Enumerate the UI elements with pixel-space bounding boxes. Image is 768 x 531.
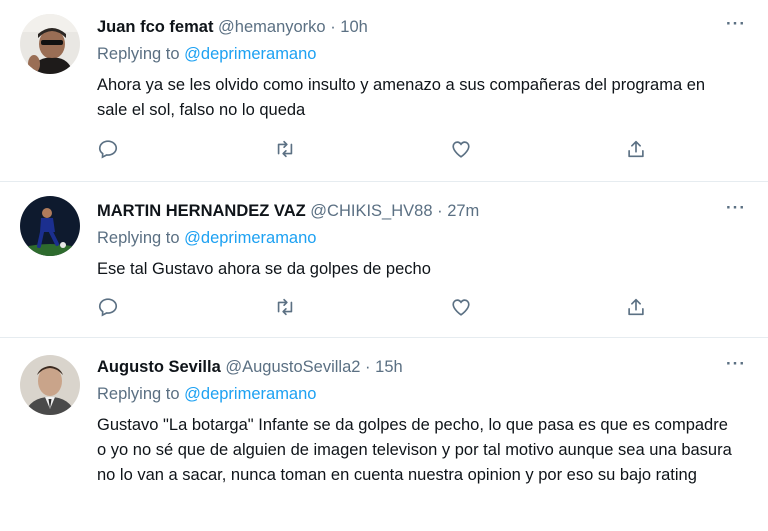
mention-link[interactable]: @deprimeramano — [184, 229, 316, 247]
timestamp[interactable]: 10h — [340, 18, 368, 36]
tweet-header: Augusto Sevilla @AugustoSevilla2 · 15h — [97, 358, 403, 377]
timestamp[interactable]: 15h — [375, 358, 403, 376]
replying-to: Replying to @deprimeramano — [97, 385, 316, 404]
author-handle[interactable]: @AugustoSevilla2 — [225, 358, 360, 376]
avatar[interactable] — [20, 14, 80, 74]
retweet-icon[interactable] — [274, 296, 298, 320]
share-icon[interactable] — [625, 296, 649, 320]
separator-dot: · — [365, 358, 371, 376]
author-name[interactable]: Augusto Sevilla — [97, 358, 221, 376]
tweet-header: Juan fco femat @hemanyorko · 10h — [97, 18, 368, 37]
replying-prefix: Replying to — [97, 385, 180, 403]
reply-icon[interactable] — [97, 296, 121, 320]
separator-dot: · — [437, 202, 443, 220]
separator-dot: · — [330, 18, 336, 36]
avatar[interactable] — [20, 355, 80, 415]
timestamp[interactable]: 27m — [447, 202, 479, 220]
share-icon[interactable] — [625, 138, 649, 162]
action-bar — [0, 296, 768, 320]
more-icon[interactable]: ··· — [726, 354, 746, 374]
replying-prefix: Replying to — [97, 229, 180, 247]
like-icon[interactable] — [450, 138, 474, 162]
replying-to: Replying to @deprimeramano — [97, 229, 316, 248]
author-handle[interactable]: @hemanyorko — [218, 18, 326, 36]
tweet-3[interactable]: Augusto Sevilla @AugustoSevilla2 · 15h ·… — [0, 338, 768, 531]
avatar[interactable] — [20, 196, 80, 256]
like-icon[interactable] — [450, 296, 474, 320]
action-bar — [0, 138, 768, 162]
tweet-text: Ahora ya se les olvido como insulto y am… — [97, 76, 706, 119]
mention-link[interactable]: @deprimeramano — [184, 385, 316, 403]
tweet-1[interactable]: Juan fco femat @hemanyorko · 10h ··· Rep… — [0, 0, 768, 181]
author-handle[interactable]: @CHIKIS_HV88 — [310, 202, 432, 220]
mention-link[interactable]: @deprimeramano — [184, 45, 316, 63]
more-icon[interactable]: ··· — [726, 198, 746, 218]
tweet-header: MARTIN HERNANDEZ VAZ @CHIKIS_HV88 · 27m — [97, 202, 479, 221]
replying-to: Replying to @deprimeramano — [97, 45, 316, 64]
replying-prefix: Replying to — [97, 45, 180, 63]
retweet-icon[interactable] — [274, 138, 298, 162]
author-name[interactable]: Juan fco femat — [97, 18, 213, 36]
author-name[interactable]: MARTIN HERNANDEZ VAZ — [97, 202, 306, 220]
tweet-text: Ese tal Gustavo ahora se da golpes de pe… — [97, 260, 431, 278]
reply-icon[interactable] — [97, 138, 121, 162]
tweet-text: Gustavo "La botarga" Infante se da golpe… — [97, 416, 732, 484]
more-icon[interactable]: ··· — [726, 14, 746, 34]
tweet-2[interactable]: MARTIN HERNANDEZ VAZ @CHIKIS_HV88 · 27m … — [0, 182, 768, 337]
